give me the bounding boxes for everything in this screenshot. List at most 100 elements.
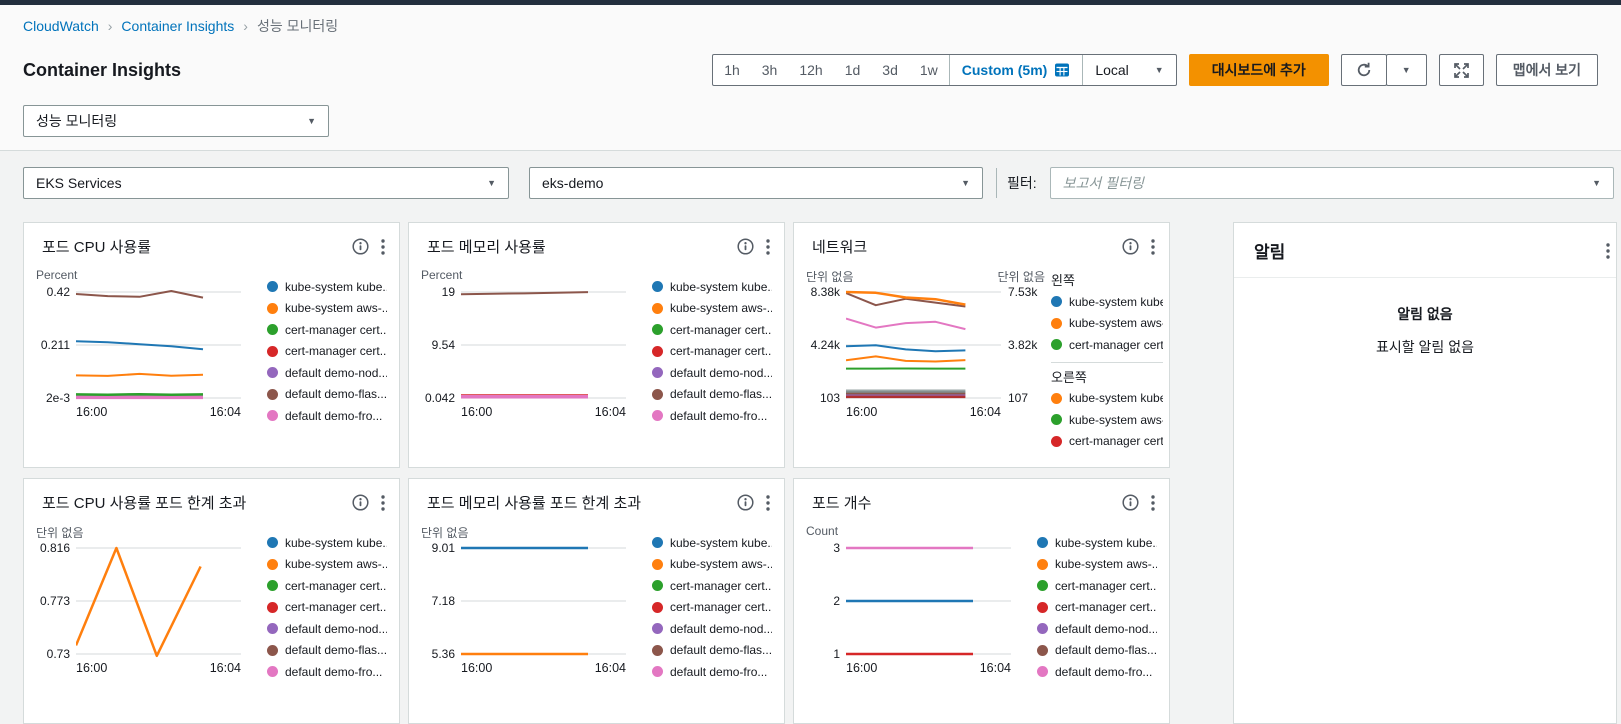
service-select[interactable]: eks-demo ▼ <box>529 167 983 199</box>
legend-item[interactable]: cert-manager cert... <box>652 597 772 619</box>
x-axis-ticks: 16:00 16:04 <box>846 405 1001 419</box>
legend-item[interactable]: default demo-nod... <box>652 618 772 640</box>
y-tick-label: 2 <box>833 594 840 608</box>
time-range-3d[interactable]: 3d <box>871 55 909 85</box>
legend-item[interactable]: kube-system aws-... <box>652 554 772 576</box>
legend-item[interactable]: kube-system kube... <box>652 276 772 298</box>
legend-item[interactable]: cert-manager cert... <box>652 341 772 363</box>
series-color-dot <box>1051 339 1062 351</box>
series-color-dot <box>267 623 278 635</box>
kebab-menu-icon[interactable] <box>766 494 770 512</box>
legend-item[interactable]: cert-manager cert... <box>652 575 772 597</box>
legend-item[interactable]: cert-manager cert... <box>1037 597 1157 619</box>
legend-item[interactable]: cert-manager cert... <box>267 575 387 597</box>
legend-item[interactable]: default demo-fro... <box>652 405 772 427</box>
legend-item[interactable]: kube-system aws-... <box>652 298 772 320</box>
chart-title: 포드 CPU 사용률 <box>42 239 152 256</box>
timezone-select[interactable]: Local ▼ <box>1082 55 1175 85</box>
legend-item[interactable]: kube-system kube... <box>1051 291 1163 313</box>
legend-item[interactable]: default demo-nod... <box>267 618 387 640</box>
legend-item[interactable]: cert-manager cert... <box>652 319 772 341</box>
series-color-dot <box>267 601 278 613</box>
legend-item[interactable]: default demo-nod... <box>1037 618 1157 640</box>
info-icon[interactable] <box>1122 238 1139 255</box>
refresh-options-button[interactable]: ▼ <box>1385 54 1427 86</box>
chart-plot[interactable] <box>461 286 626 402</box>
time-range-1h[interactable]: 1h <box>713 55 751 85</box>
time-range-12h[interactable]: 12h <box>788 55 833 85</box>
chart-plot[interactable] <box>76 542 241 658</box>
legend-item[interactable]: default demo-fro... <box>1037 661 1157 683</box>
legend-item[interactable]: cert-manager cert... <box>1051 431 1163 453</box>
legend-item[interactable]: kube-system aws-... <box>267 554 387 576</box>
breadcrumb-cloudwatch[interactable]: CloudWatch <box>23 18 99 34</box>
kebab-menu-icon[interactable] <box>1151 494 1155 512</box>
legend-item[interactable]: default demo-fro... <box>652 661 772 683</box>
time-range-1d[interactable]: 1d <box>834 55 872 85</box>
add-to-dashboard-button[interactable]: 대시보드에 추가 <box>1188 54 1329 86</box>
y-axis-ticks: 19 9.54 0.042 <box>417 285 461 405</box>
chart-plot[interactable] <box>846 286 1001 402</box>
kebab-menu-icon[interactable] <box>766 238 770 256</box>
view-selector[interactable]: 성능 모니터링 ▼ <box>23 105 329 137</box>
legend-item[interactable]: kube-system aws-... <box>1051 409 1163 431</box>
info-icon[interactable] <box>352 494 369 511</box>
legend-item[interactable]: default demo-nod... <box>267 362 387 384</box>
time-range-1w[interactable]: 1w <box>909 55 949 85</box>
legend-item[interactable]: cert-manager cert... <box>267 319 387 341</box>
fullscreen-button[interactable] <box>1438 54 1484 86</box>
info-icon[interactable] <box>1122 494 1139 511</box>
legend-item[interactable]: default demo-flas... <box>267 384 387 406</box>
legend-item[interactable]: default demo-flas... <box>267 640 387 662</box>
refresh-button[interactable] <box>1340 54 1387 86</box>
series-color-dot <box>267 345 278 357</box>
kebab-menu-icon[interactable] <box>381 494 385 512</box>
legend-item[interactable]: kube-system kube... <box>267 532 387 554</box>
info-icon[interactable] <box>352 238 369 255</box>
view-in-map-button[interactable]: 맵에서 보기 <box>1495 54 1598 86</box>
series-color-dot <box>652 558 663 570</box>
legend-item[interactable]: cert-manager cert... <box>267 597 387 619</box>
legend-label: cert-manager cert... <box>670 600 772 615</box>
time-range-custom[interactable]: Custom (5m) <box>948 55 1083 85</box>
legend-item[interactable]: cert-manager cert... <box>1051 334 1163 356</box>
chevron-down-icon: ▼ <box>1401 65 1411 75</box>
kebab-menu-icon[interactable] <box>1151 238 1155 256</box>
legend-item[interactable]: default demo-flas... <box>1037 640 1157 662</box>
legend-item[interactable]: default demo-fro... <box>267 405 387 427</box>
chevron-down-icon: ▼ <box>487 178 496 188</box>
chart-plot[interactable] <box>461 542 626 658</box>
legend-item[interactable]: default demo-flas... <box>652 640 772 662</box>
breadcrumb-container-insights[interactable]: Container Insights <box>121 18 234 34</box>
divider <box>1234 277 1616 278</box>
time-range-3h[interactable]: 3h <box>751 55 789 85</box>
report-filter-input[interactable]: 보고서 필터링 ▼ <box>1049 167 1614 199</box>
y-tick-label: 0.42 <box>46 285 70 299</box>
kebab-menu-icon[interactable] <box>1606 242 1610 260</box>
legend-item[interactable]: kube-system kube... <box>652 532 772 554</box>
legend-item[interactable]: kube-system kube... <box>1051 388 1163 410</box>
service-type-select[interactable]: EKS Services ▼ <box>23 167 509 199</box>
legend-item[interactable]: kube-system kube... <box>1037 532 1157 554</box>
legend-item[interactable]: default demo-flas... <box>652 384 772 406</box>
legend-item[interactable]: kube-system aws-... <box>267 298 387 320</box>
chart-plot[interactable] <box>76 286 241 402</box>
info-icon[interactable] <box>737 238 754 255</box>
kebab-menu-icon[interactable] <box>381 238 385 256</box>
series-color-dot <box>1051 435 1062 447</box>
y-axis-ticks: 3 2 1 <box>802 541 846 661</box>
legend-item[interactable]: default demo-nod... <box>652 362 772 384</box>
legend-item[interactable]: default demo-fro... <box>267 661 387 683</box>
legend-item[interactable]: kube-system aws-... <box>1051 313 1163 335</box>
chart-plot[interactable] <box>846 542 1011 658</box>
info-icon[interactable] <box>737 494 754 511</box>
series-color-dot <box>267 281 278 293</box>
legend-label: kube-system kube... <box>285 279 387 294</box>
plot-block: 단위 없음 0.816 0.773 0.73 16:00 16:04 <box>32 524 241 683</box>
expand-arrows-icon <box>1453 62 1470 79</box>
x-tick-label: 16:04 <box>209 661 241 675</box>
legend-item[interactable]: cert-manager cert... <box>267 341 387 363</box>
legend-item[interactable]: kube-system aws-... <box>1037 554 1157 576</box>
legend-item[interactable]: kube-system kube... <box>267 276 387 298</box>
legend-item[interactable]: cert-manager cert... <box>1037 575 1157 597</box>
